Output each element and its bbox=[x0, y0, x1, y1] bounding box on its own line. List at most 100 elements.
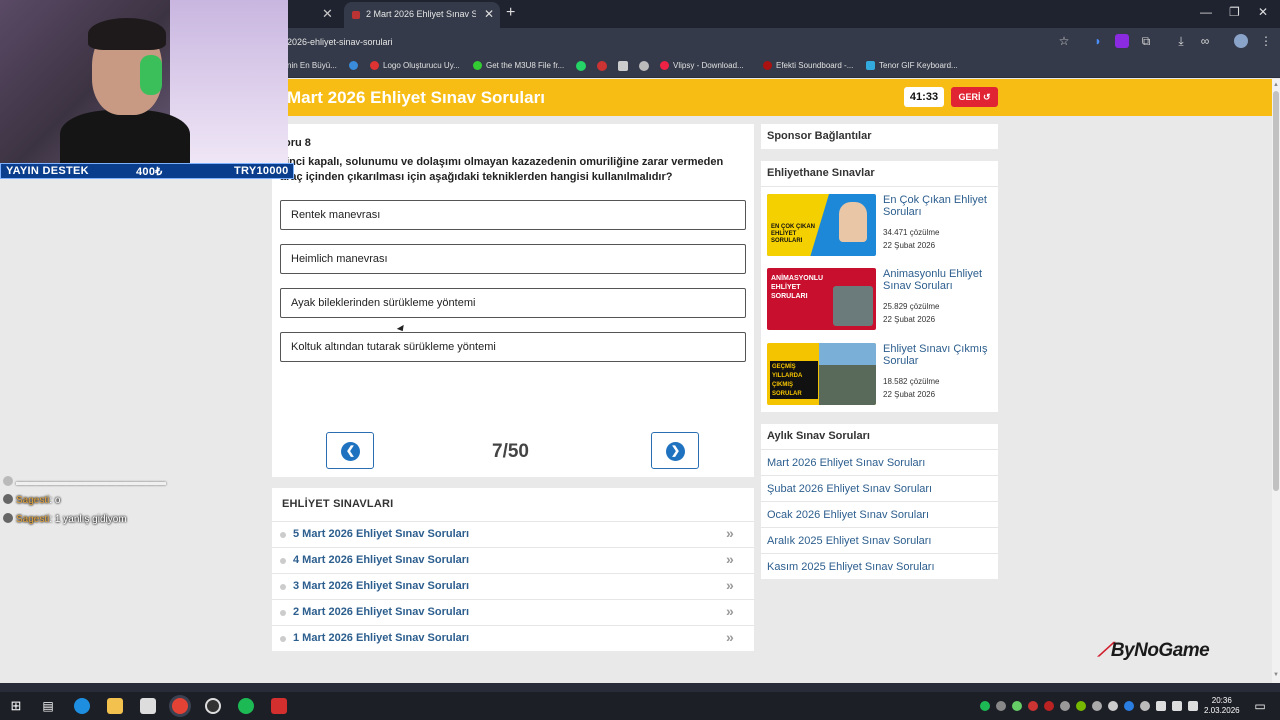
bookmark-item[interactable]: Vlipsy - Download... bbox=[660, 61, 744, 70]
close-tab-icon[interactable]: ✕ bbox=[484, 7, 494, 21]
url-field[interactable]: 2026-ehliyet-sinav-sorulari bbox=[287, 37, 393, 47]
scroll-down-icon[interactable]: ▼ bbox=[1273, 672, 1279, 678]
spotify-icon[interactable] bbox=[238, 698, 254, 714]
store-icon[interactable] bbox=[140, 698, 156, 714]
chat-message: Sagesti: o bbox=[3, 494, 60, 506]
obs-icon[interactable] bbox=[205, 698, 221, 714]
list-item[interactable]: 3 Mart 2026 Ehliyet Sınav Soruları » bbox=[272, 573, 754, 599]
menu-kebab-icon[interactable]: ⋮ bbox=[1259, 34, 1273, 48]
tray-icon[interactable] bbox=[1060, 701, 1070, 711]
promo-title[interactable]: Animasyonlu Ehliyet Sınav Soruları bbox=[883, 268, 993, 292]
new-tab-icon[interactable]: + bbox=[506, 4, 515, 22]
notification-icon[interactable]: ▭ bbox=[1252, 698, 1268, 714]
whatsapp-icon[interactable] bbox=[576, 61, 586, 71]
microphone-icon[interactable] bbox=[1156, 701, 1166, 711]
network-icon[interactable] bbox=[1172, 701, 1182, 711]
download-icon[interactable]: ⤓ bbox=[1174, 34, 1188, 48]
volume-icon[interactable] bbox=[1188, 701, 1198, 711]
tab-favicon-icon bbox=[352, 11, 360, 19]
bookmark-icon[interactable] bbox=[618, 61, 628, 71]
bookmark-icon[interactable] bbox=[639, 61, 649, 71]
tray-icon[interactable] bbox=[1140, 701, 1150, 711]
tray-icon[interactable] bbox=[996, 701, 1006, 711]
exam-link[interactable]: 1 Mart 2026 Ehliyet Sınav Soruları bbox=[293, 632, 469, 644]
restore-icon[interactable]: ❐ bbox=[1229, 5, 1240, 19]
close-tab-icon[interactable]: ✕ bbox=[322, 6, 333, 22]
next-question-button[interactable]: ❯ bbox=[651, 432, 699, 469]
month-link-row[interactable]: Kasım 2025 Ehliyet Sınav Soruları bbox=[761, 553, 998, 579]
promo-card[interactable]: GEÇMİŞ YILLARDA ÇIKMIŞ SORULAR Ehliyet S… bbox=[767, 343, 993, 405]
minimize-icon[interactable]: — bbox=[1200, 5, 1212, 19]
avatar[interactable] bbox=[1234, 34, 1248, 48]
extension-icon[interactable] bbox=[1115, 34, 1129, 48]
extensions-puzzle-icon[interactable]: ⧉ bbox=[1139, 34, 1153, 48]
exam-link[interactable]: 4 Mart 2026 Ehliyet Sınav Soruları bbox=[293, 554, 469, 566]
promo-title[interactable]: Ehliyet Sınavı Çıkmış Sorular bbox=[883, 343, 993, 367]
active-tab[interactable]: 2 Mart 2026 Ehliyet Sınav Soruları ✕ bbox=[344, 2, 500, 28]
answer-option-d[interactable]: Koltuk altından tutarak sürükleme yöntem… bbox=[280, 332, 746, 362]
nvidia-icon[interactable] bbox=[1076, 701, 1086, 711]
bookmark-item[interactable]: Tenor GIF Keyboard... bbox=[866, 61, 958, 70]
link-icon[interactable]: ∞ bbox=[1198, 34, 1212, 48]
sponsor-box: Sponsor Bağlantılar bbox=[761, 124, 998, 149]
answer-option-c[interactable]: Ayak bileklerinden sürükleme yöntemi bbox=[280, 288, 746, 318]
double-chevron-right-icon: » bbox=[726, 525, 734, 541]
month-link-row[interactable]: Şubat 2026 Ehliyet Sınav Soruları bbox=[761, 475, 998, 501]
scroll-thumb[interactable] bbox=[1273, 91, 1279, 491]
promo-card[interactable]: EN ÇOK ÇIKAN EHLİYET SORULARI En Çok Çık… bbox=[767, 194, 993, 256]
chat-nick: Sagesti bbox=[16, 495, 50, 506]
bookmark-item[interactable]: Get the M3U8 File fr... bbox=[473, 61, 564, 70]
back-button[interactable]: GERİ ↺ bbox=[951, 87, 998, 107]
month-link[interactable]: Ocak 2026 Ehliyet Sınav Soruları bbox=[767, 509, 929, 521]
bookmark-item[interactable]: Logo Oluşturucu Uy... bbox=[370, 61, 460, 70]
month-link[interactable]: Şubat 2026 Ehliyet Sınav Soruları bbox=[767, 483, 932, 495]
promo-thumbnail[interactable]: EN ÇOK ÇIKAN EHLİYET SORULARI bbox=[767, 194, 876, 256]
edge-icon[interactable] bbox=[74, 698, 90, 714]
file-explorer-icon[interactable] bbox=[107, 698, 123, 714]
ehliyethane-box: Ehliyethane Sınavlar EN ÇOK ÇIKAN EHLİYE… bbox=[761, 161, 998, 412]
month-link-row[interactable]: Ocak 2026 Ehliyet Sınav Soruları bbox=[761, 501, 998, 527]
spotify-tray-icon[interactable] bbox=[980, 701, 990, 711]
task-view-icon[interactable]: ▤ bbox=[40, 698, 56, 714]
month-link-row[interactable]: Aralık 2025 Ehliyet Sınav Soruları bbox=[761, 527, 998, 553]
promo-card[interactable]: ANİMASYONLU EHLİYET SORULARI Animasyonlu… bbox=[767, 268, 993, 330]
app-icon[interactable] bbox=[271, 698, 287, 714]
window-close-icon[interactable]: ✕ bbox=[1258, 5, 1268, 19]
bookmark-icon[interactable] bbox=[597, 61, 607, 71]
bookmark-item[interactable]: Efekti Soundboard -... bbox=[763, 61, 853, 70]
windows-start-icon[interactable]: ⊞ bbox=[8, 698, 24, 714]
bookmark-star-icon[interactable]: ☆ bbox=[1057, 34, 1071, 48]
bookmark-item[interactable] bbox=[349, 61, 362, 70]
month-link[interactable]: Aralık 2025 Ehliyet Sınav Soruları bbox=[767, 535, 931, 547]
previous-question-button[interactable]: ❮ bbox=[326, 432, 374, 469]
list-item[interactable]: 1 Mart 2026 Ehliyet Sınav Soruları » bbox=[272, 625, 754, 651]
answer-option-b[interactable]: Heimlich manevrası bbox=[280, 244, 746, 274]
list-item[interactable]: 5 Mart 2026 Ehliyet Sınav Soruları » bbox=[272, 521, 754, 547]
tray-icon[interactable] bbox=[1012, 701, 1022, 711]
system-clock[interactable]: 20:36 2.03.2026 bbox=[1204, 696, 1240, 716]
answer-option-a[interactable]: Rentek manevrası bbox=[280, 200, 746, 230]
month-link[interactable]: Kasım 2025 Ehliyet Sınav Soruları bbox=[767, 561, 935, 573]
promo-title[interactable]: En Çok Çıkan Ehliyet Soruları bbox=[883, 194, 993, 218]
month-link[interactable]: Mart 2026 Ehliyet Sınav Soruları bbox=[767, 457, 925, 469]
month-link-row[interactable]: Mart 2026 Ehliyet Sınav Soruları bbox=[761, 449, 998, 475]
sponsor-title: Sponsor Bağlantılar bbox=[767, 130, 872, 142]
list-item[interactable]: 4 Mart 2026 Ehliyet Sınav Soruları » bbox=[272, 547, 754, 573]
extension-icon[interactable]: ◗ bbox=[1091, 34, 1105, 48]
promo-thumbnail[interactable]: GEÇMİŞ YILLARDA ÇIKMIŞ SORULAR bbox=[767, 343, 876, 405]
tray-icon[interactable] bbox=[1028, 701, 1038, 711]
tray-icon[interactable] bbox=[1092, 701, 1102, 711]
chat-badge-icon bbox=[3, 513, 13, 523]
exam-link[interactable]: 5 Mart 2026 Ehliyet Sınav Soruları bbox=[293, 528, 469, 540]
exam-link[interactable]: 3 Mart 2026 Ehliyet Sınav Soruları bbox=[293, 580, 469, 592]
page-scrollbar[interactable] bbox=[1272, 79, 1280, 683]
bookmark-item[interactable]: nin En Büyü... bbox=[287, 61, 337, 70]
list-item[interactable]: 2 Mart 2026 Ehliyet Sınav Soruları » bbox=[272, 599, 754, 625]
tray-icon[interactable] bbox=[1044, 701, 1054, 711]
exam-link[interactable]: 2 Mart 2026 Ehliyet Sınav Soruları bbox=[293, 606, 469, 618]
tray-icon[interactable] bbox=[1108, 701, 1118, 711]
promo-thumbnail[interactable]: ANİMASYONLU EHLİYET SORULARI bbox=[767, 268, 876, 330]
chrome-icon[interactable] bbox=[172, 698, 188, 714]
scroll-up-icon[interactable]: ▲ bbox=[1273, 82, 1279, 88]
tray-icon[interactable] bbox=[1124, 701, 1134, 711]
